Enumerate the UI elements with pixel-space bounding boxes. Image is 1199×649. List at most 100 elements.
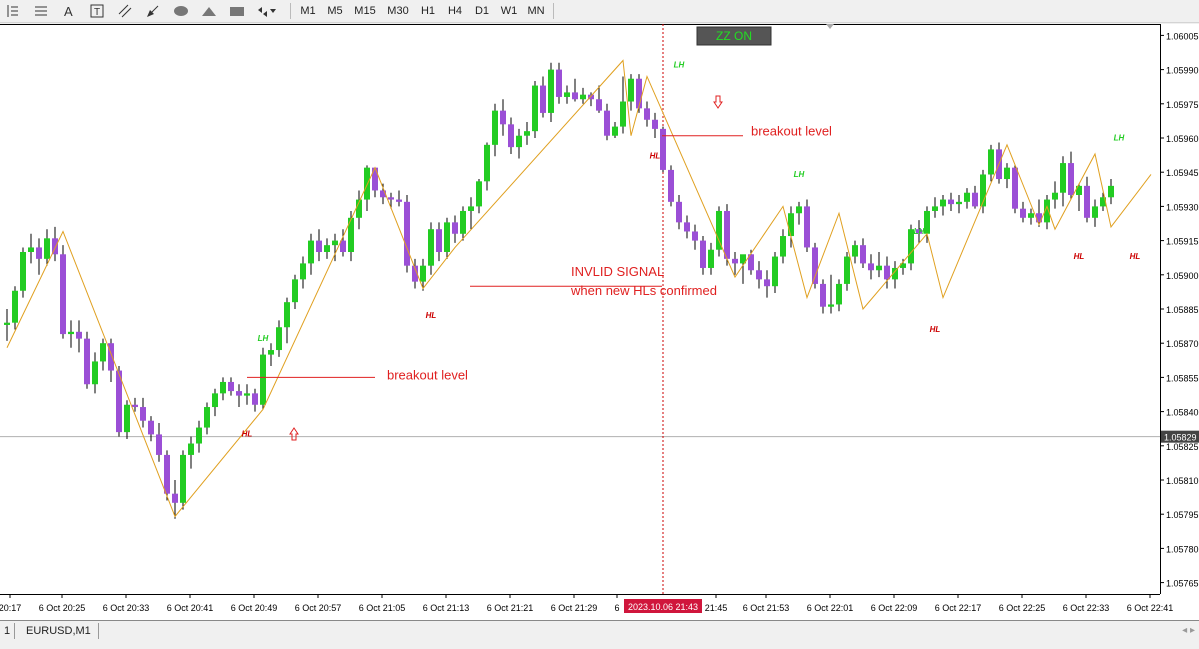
candle-bear-body bbox=[820, 283, 826, 307]
candle-bear-body bbox=[868, 263, 874, 271]
candle-bear-body bbox=[660, 128, 666, 170]
candle-bull-body bbox=[284, 302, 290, 328]
candle-bear-body bbox=[452, 222, 458, 234]
lh-label: LH bbox=[914, 227, 925, 236]
rectangle-icon[interactable] bbox=[226, 2, 248, 20]
timeframe-m30-button[interactable]: M30 bbox=[383, 2, 413, 20]
horizontal-line-icon[interactable] bbox=[30, 2, 52, 20]
candle-bull-body bbox=[180, 454, 186, 503]
tab-eurusd-m1[interactable]: EURUSD,M1 bbox=[24, 623, 99, 639]
candle-bull-body bbox=[876, 265, 882, 271]
candle-bear-body bbox=[436, 229, 442, 252]
y-tick-label: 1.05765 bbox=[1166, 579, 1199, 589]
candle-bull-body bbox=[1052, 192, 1058, 200]
tab-number[interactable]: 1 bbox=[0, 623, 15, 639]
ellipse-icon[interactable] bbox=[170, 2, 192, 20]
arrow-draw-icon[interactable] bbox=[142, 2, 164, 20]
crosshair-time-label: 2023.10.06 21:43 bbox=[628, 602, 698, 612]
candle-bull-body bbox=[964, 192, 970, 202]
candle-bear-body bbox=[76, 331, 82, 339]
candle-bull-body bbox=[420, 265, 426, 282]
candle-bear-body bbox=[508, 124, 514, 148]
candle-bear-body bbox=[132, 404, 138, 408]
y-tick-label: 1.05990 bbox=[1166, 66, 1199, 76]
candle-bull-body bbox=[204, 407, 210, 428]
y-tick-label: 1.05885 bbox=[1166, 305, 1199, 315]
candle-bull-body bbox=[844, 256, 850, 284]
candle-bear-body bbox=[948, 199, 954, 205]
x-tick-label: 6 bbox=[614, 603, 619, 613]
timeframe-h1-button[interactable]: H1 bbox=[416, 2, 440, 20]
y-tick-label: 1.05900 bbox=[1166, 271, 1199, 281]
candle-bear-body bbox=[236, 391, 242, 396]
vertical-line-icon[interactable] bbox=[2, 2, 24, 20]
timeframe-m1-button[interactable]: M1 bbox=[296, 2, 320, 20]
candle-bull-body bbox=[988, 149, 994, 175]
y-tick-label: 1.05870 bbox=[1166, 339, 1199, 349]
triangle-icon[interactable] bbox=[198, 2, 220, 20]
bottom-tab-bar: 1 EURUSD,M1 ◂ ▸ bbox=[0, 620, 1199, 649]
candle-bull-body bbox=[1060, 163, 1066, 193]
candle-bull-body bbox=[92, 361, 98, 385]
chart-area[interactable]: 1.06005 1.05990 1.05975 1.05960 1.05945 1.059… bbox=[0, 24, 1199, 620]
lh-label: LH bbox=[258, 334, 269, 343]
timeframe-d1-button[interactable]: D1 bbox=[470, 2, 494, 20]
shapes-dropdown-icon[interactable] bbox=[254, 2, 280, 20]
timeframe-h4-button[interactable]: H4 bbox=[443, 2, 467, 20]
candle-bear-body bbox=[164, 454, 170, 494]
candle-bull-body bbox=[324, 245, 330, 252]
svg-text:T: T bbox=[94, 7, 100, 18]
candle-bear-body bbox=[140, 407, 146, 421]
hl-label: HL bbox=[426, 311, 437, 320]
candle-bear-body bbox=[652, 119, 658, 129]
candle-bull-body bbox=[956, 201, 962, 205]
candle-bear-body bbox=[1084, 185, 1090, 218]
candlestick-chart[interactable]: 1.06005 1.05990 1.05975 1.05960 1.05945 1.059… bbox=[0, 24, 1199, 620]
x-tick-label: 6 Oct 22:01 bbox=[807, 603, 854, 613]
x-tick-label: 6 Oct 21:53 bbox=[743, 603, 790, 613]
candle-bull-body bbox=[444, 222, 450, 252]
candle-bull-body bbox=[468, 206, 474, 211]
timeframe-m15-button[interactable]: M15 bbox=[350, 2, 380, 20]
candle-bear-body bbox=[636, 78, 642, 109]
x-tick-label: 6 Oct 20:25 bbox=[39, 603, 86, 613]
tab-bar-more-icon[interactable]: ◂ ▸ bbox=[1182, 625, 1195, 636]
candle-bear-body bbox=[812, 247, 818, 284]
candle-bear-body bbox=[148, 420, 154, 435]
candle-bear-body bbox=[684, 222, 690, 232]
candle-bull-body bbox=[716, 210, 722, 250]
channel-icon[interactable] bbox=[114, 2, 136, 20]
hl-label: HL bbox=[1074, 252, 1085, 261]
text-icon[interactable]: A bbox=[58, 2, 80, 20]
candle-bull-body bbox=[548, 69, 554, 113]
candle-bull-body bbox=[460, 210, 466, 234]
y-tick-label: 1.05840 bbox=[1166, 408, 1199, 418]
timeframe-m5-button[interactable]: M5 bbox=[323, 2, 347, 20]
candle-bear-body bbox=[404, 201, 410, 266]
candle-bear-body bbox=[604, 110, 610, 136]
candle-bull-body bbox=[836, 283, 842, 305]
lh-label: LH bbox=[794, 170, 805, 179]
candle-bull-body bbox=[196, 427, 202, 444]
y-tick-label: 1.05795 bbox=[1166, 510, 1199, 520]
text-label-icon[interactable]: T bbox=[86, 2, 108, 20]
candle-bull-body bbox=[852, 245, 858, 257]
candle-bear-body bbox=[252, 393, 258, 405]
x-tick-label: 6 Oct 21:29 bbox=[551, 603, 598, 613]
zz-toggle-label[interactable]: ZZ ON bbox=[716, 29, 752, 43]
x-tick-label: 6 Oct 22:17 bbox=[935, 603, 982, 613]
y-tick-label: 1.05945 bbox=[1166, 168, 1199, 178]
candle-bull-body bbox=[532, 85, 538, 132]
timeframe-mn-button[interactable]: MN bbox=[524, 2, 548, 20]
candle-bear-body bbox=[540, 85, 546, 113]
hl-label: HL bbox=[242, 430, 253, 439]
x-tick-label: 6 Oct 20:57 bbox=[295, 603, 342, 613]
candle-bear-body bbox=[860, 245, 866, 264]
candle-bull-body bbox=[1092, 206, 1098, 218]
timeframe-w1-button[interactable]: W1 bbox=[497, 2, 521, 20]
candle-bear-body bbox=[500, 110, 506, 125]
x-tick-label: 6 Oct 22:41 bbox=[1127, 603, 1174, 613]
candle-bull-body bbox=[244, 393, 250, 396]
x-tick-label: 6 Oct 22:09 bbox=[871, 603, 918, 613]
candle-bull-body bbox=[292, 279, 298, 303]
